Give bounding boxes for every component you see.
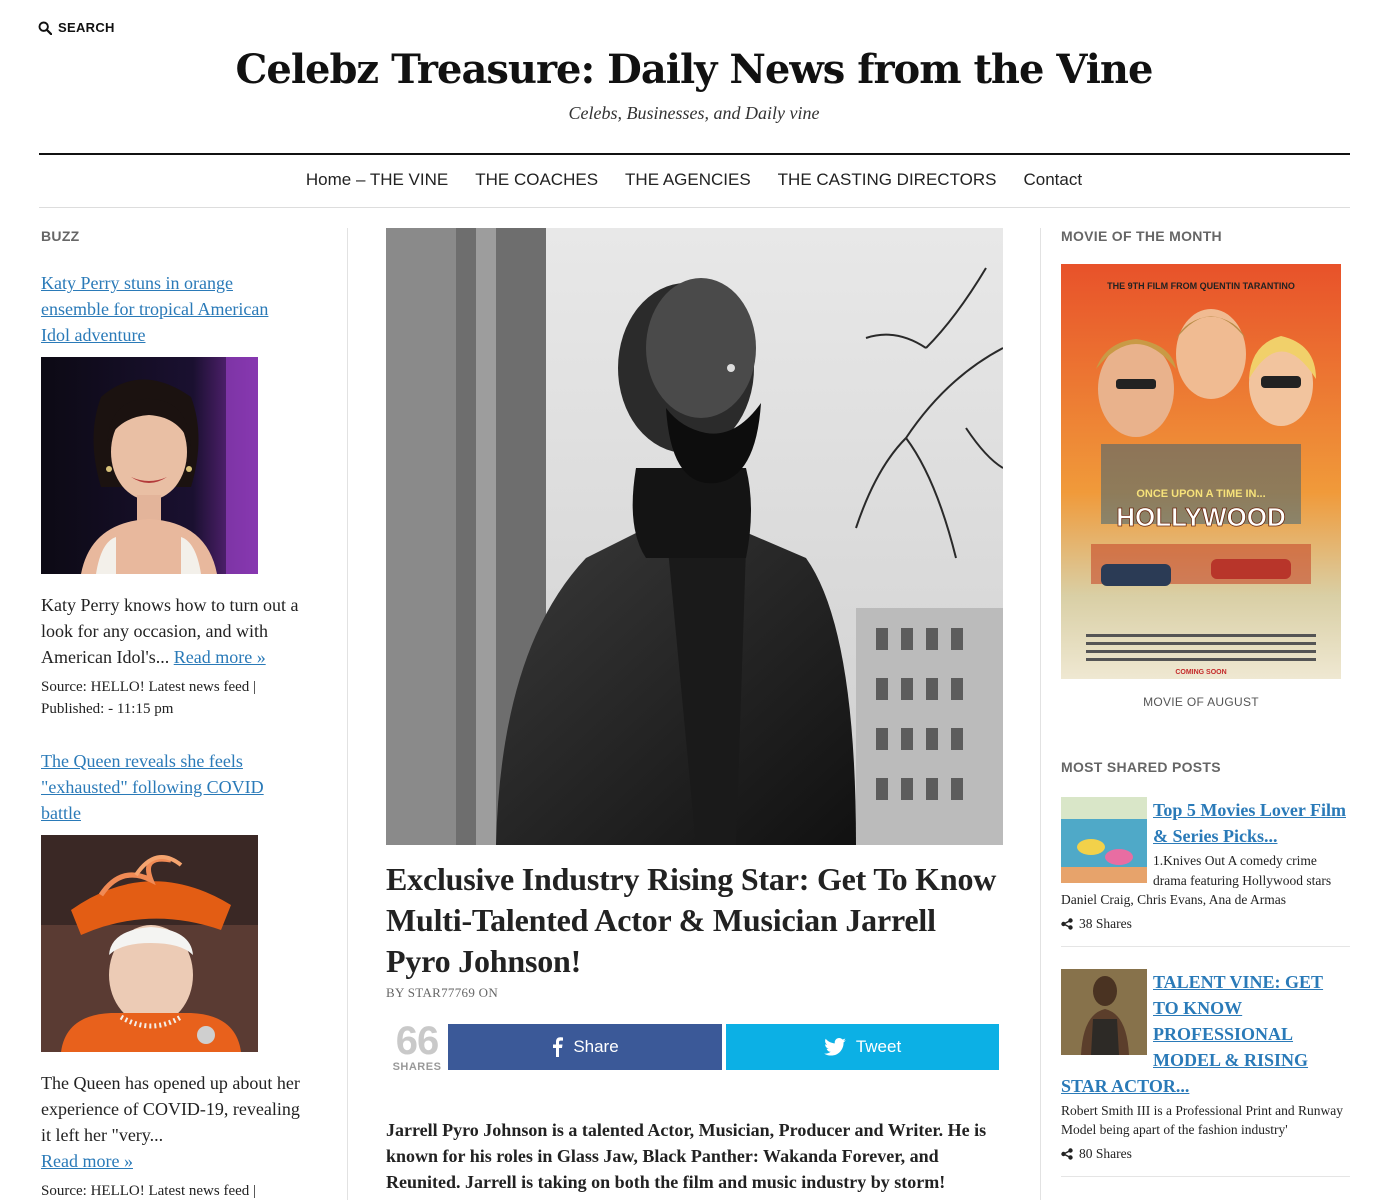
shared-post-thumbnail[interactable] xyxy=(1061,968,1147,1055)
movie-caption: MOVIE OF AUGUST xyxy=(1143,695,1259,709)
twitter-tweet-button[interactable]: Tweet xyxy=(726,1024,999,1070)
post-byline: BY STAR77769 ON xyxy=(386,985,499,1000)
buzz-headline-link[interactable]: The Queen reveals she feels "exhausted" … xyxy=(41,748,291,826)
shared-post-description: Robert Smith III is a Professional Print… xyxy=(1061,1102,1343,1138)
shared-post-item: Top 5 Movies Lover Film & Series Picks..… xyxy=(1061,797,1350,947)
facebook-icon xyxy=(553,1037,564,1057)
poster-title-2: HOLLYWOOD xyxy=(1116,502,1285,532)
twitter-tweet-label: Tweet xyxy=(855,1037,902,1056)
buzz-excerpt-text: The Queen has opened up about her experi… xyxy=(41,1073,300,1145)
facebook-share-label: Share xyxy=(573,1037,619,1056)
search-button[interactable]: SEARCH xyxy=(38,20,115,35)
nav-item-casting-directors[interactable]: THE CASTING DIRECTORS xyxy=(778,170,997,190)
share-count: 66 SHARES xyxy=(386,1021,448,1073)
featured-post: Exclusive Industry Rising Star: Get To K… xyxy=(386,228,1003,1195)
column-divider xyxy=(347,228,348,1200)
site-tagline: Celebs, Businesses, and Daily vine xyxy=(568,103,820,123)
shared-post-count: 38 Shares xyxy=(1061,916,1350,932)
read-more-link[interactable]: Read more » xyxy=(174,647,266,667)
nav-top-divider xyxy=(39,153,1350,155)
nav-item-home[interactable]: Home – THE VINE xyxy=(306,170,448,190)
shared-post-thumbnail[interactable] xyxy=(1061,797,1147,883)
share-icon xyxy=(1061,917,1073,930)
search-icon xyxy=(38,21,52,35)
shared-post-item: TALENT VINE: GET TO KNOW PROFESSIONAL MO… xyxy=(1061,968,1350,1177)
buzz-source: Source: HELLO! Latest news feed | Publis… xyxy=(41,679,257,717)
share-icon xyxy=(1061,1147,1073,1160)
facebook-share-button[interactable]: Share xyxy=(448,1024,722,1070)
share-count-label: SHARES xyxy=(392,1061,442,1073)
buzz-item: The Queen reveals she feels "exhausted" … xyxy=(41,748,311,1200)
poster-top-text: THE 9TH FILM FROM QUENTIN TARANTINO xyxy=(1107,281,1295,291)
poster-title-1: ONCE UPON A TIME IN... xyxy=(1136,488,1265,500)
movie-poster[interactable]: THE 9TH FILM FROM QUENTIN TARANTINO ONCE… xyxy=(1061,264,1341,679)
buzz-headline-link[interactable]: Katy Perry stuns in orange ensemble for … xyxy=(41,270,291,348)
site-title[interactable]: Celebz Treasure: Daily News from the Vin… xyxy=(0,46,1388,93)
main-nav: Home – THE VINE THE COACHES THE AGENCIES… xyxy=(0,170,1388,190)
buzz-excerpt: Katy Perry knows how to turn out a look … xyxy=(41,592,306,670)
nav-item-coaches[interactable]: THE COACHES xyxy=(475,170,598,190)
shared-post-count-label: 38 Shares xyxy=(1079,915,1132,931)
read-more-link[interactable]: Read more » xyxy=(41,1151,133,1171)
buzz-excerpt: The Queen has opened up about her experi… xyxy=(41,1070,306,1174)
nav-item-contact[interactable]: Contact xyxy=(1024,170,1083,190)
katy-perry-photo[interactable] xyxy=(41,357,258,574)
poster-bottom-text: COMING SOON xyxy=(1175,669,1226,676)
search-label: SEARCH xyxy=(58,20,115,35)
share-bar: 66 SHARES Share Tweet xyxy=(386,1021,1003,1073)
post-title[interactable]: Exclusive Industry Rising Star: Get To K… xyxy=(386,859,1003,982)
buzz-widget: BUZZ Katy Perry stuns in orange ensemble… xyxy=(41,228,311,1200)
right-sidebar: MOVIE OF THE MONTH THE 9TH FILM FROM QUE… xyxy=(1061,228,1350,1177)
buzz-source: Source: HELLO! Latest news feed | xyxy=(41,1183,257,1199)
queen-photo[interactable] xyxy=(41,835,258,1052)
post-excerpt: Jarrell Pyro Johnson is a talented Actor… xyxy=(386,1120,987,1192)
featured-post-photo[interactable] xyxy=(386,228,1003,845)
nav-item-agencies[interactable]: THE AGENCIES xyxy=(625,170,751,190)
share-count-number: 66 xyxy=(395,1019,440,1063)
buzz-title: BUZZ xyxy=(41,228,80,244)
movie-of-month-title: MOVIE OF THE MONTH xyxy=(1061,228,1222,244)
shared-post-count-label: 80 Shares xyxy=(1079,1145,1132,1161)
nav-bottom-divider xyxy=(39,207,1350,208)
column-divider xyxy=(1040,228,1041,1200)
buzz-item: Katy Perry stuns in orange ensemble for … xyxy=(41,270,311,720)
most-shared-title: MOST SHARED POSTS xyxy=(1061,759,1221,775)
shared-post-count: 80 Shares xyxy=(1061,1146,1350,1162)
twitter-icon xyxy=(824,1038,846,1056)
